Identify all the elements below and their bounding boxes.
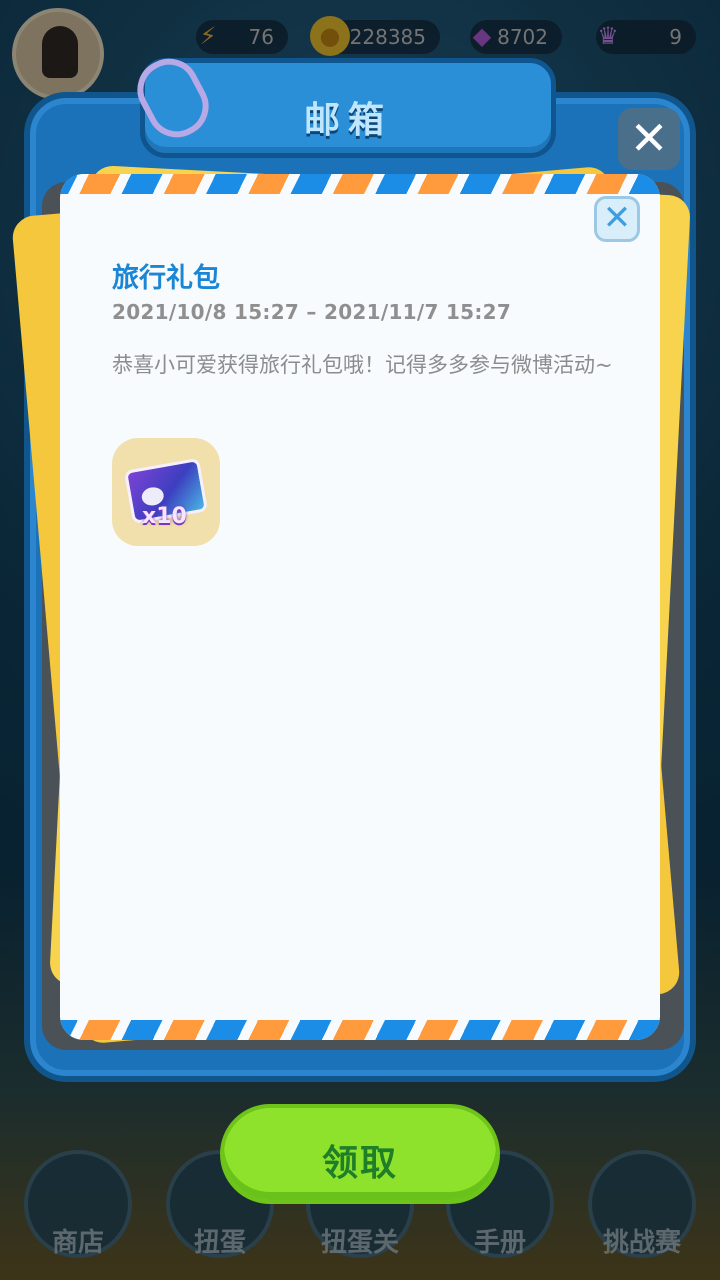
mail-letter: ✕ 旅行礼包 2021/10/8 15:27 – 2021/11/7 15:27… bbox=[60, 174, 660, 1040]
airmail-stripe-top bbox=[60, 174, 660, 194]
claim-button-label: 领取 bbox=[321, 1143, 398, 1184]
mail-time-range: 2021/10/8 15:27 – 2021/11/7 15:27 bbox=[112, 300, 512, 324]
close-icon: ✕ bbox=[602, 198, 632, 238]
claim-button[interactable]: 领取 bbox=[220, 1104, 500, 1204]
close-icon: ✕ bbox=[629, 111, 669, 165]
mail-body: 恭喜小可爱获得旅行礼包哦！记得多多参与微博活动~ bbox=[112, 353, 613, 377]
reward-count: x10 bbox=[142, 504, 187, 529]
mail-title: 旅行礼包 bbox=[112, 263, 220, 294]
mailbox-close-button[interactable]: ✕ bbox=[618, 108, 680, 170]
reward-item[interactable]: x10 bbox=[112, 438, 220, 546]
airmail-stripe-bottom bbox=[60, 1020, 660, 1040]
letter-close-button[interactable]: ✕ bbox=[594, 196, 640, 242]
